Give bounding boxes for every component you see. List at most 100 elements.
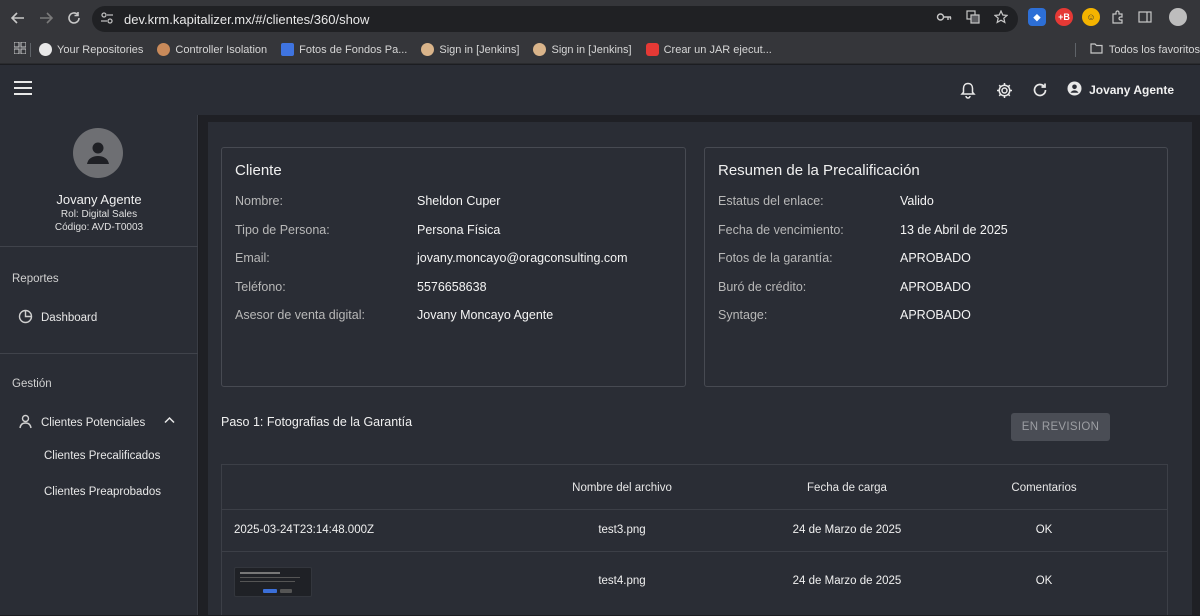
field-label: Tipo de Persona: [235, 223, 330, 237]
all-bookmarks-link[interactable]: Todos los favoritos [1109, 44, 1200, 56]
kebab-menu-icon[interactable]: ⋮ [1196, 8, 1200, 26]
hamburger-menu-icon[interactable] [14, 81, 32, 95]
folder-icon [1090, 43, 1103, 57]
star-icon[interactable] [993, 9, 1009, 27]
field-value-asesor: Jovany Moncayo Agente [417, 308, 554, 322]
sidebar-item-label: Dashboard [41, 312, 98, 324]
bookmark-item[interactable]: Your Repositories [39, 43, 143, 56]
status-button-en-revision[interactable]: EN REVISION [1011, 413, 1110, 441]
chevron-up-icon[interactable] [164, 415, 175, 427]
field-value-vencimiento: 13 de Abril de 2025 [900, 223, 1008, 237]
translate-icon[interactable] [966, 10, 980, 27]
jenkins-icon [533, 43, 547, 56]
sidebar-item-clientes-potenciales[interactable]: Clientes Potenciales [18, 414, 178, 432]
settings-gear-icon[interactable] [995, 81, 1013, 99]
table-row[interactable]: 2025-03-24T23:14:48.000Z test3.png 24 de… [222, 509, 1167, 551]
image-thumbnail[interactable] [234, 567, 312, 597]
jenkins-icon [157, 43, 171, 56]
resumen-card-title: Resumen de la Precalificación [718, 162, 920, 179]
column-header-nombre[interactable]: Nombre del archivo [542, 482, 702, 494]
sidebar-divider [0, 246, 198, 247]
column-header-comentarios[interactable]: Comentarios [994, 482, 1094, 494]
field-value-telefono: 5576658638 [417, 280, 487, 294]
row-comment: OK [1035, 524, 1053, 536]
person-icon [87, 142, 109, 164]
pie-chart-icon [18, 309, 33, 327]
key-icon[interactable] [936, 10, 952, 27]
notifications-bell-icon[interactable] [959, 81, 977, 99]
row-comment: OK [1035, 575, 1053, 587]
bookmark-item[interactable]: Controller Isolation [157, 43, 267, 56]
field-label: Fotos de la garantía: [718, 251, 833, 265]
apps-grid-icon[interactable] [13, 41, 27, 57]
row-file-name: test4.png [598, 575, 646, 587]
cliente-card-title: Cliente [235, 162, 282, 179]
files-table: Nombre del archivo Fecha de carga Coment… [221, 464, 1168, 615]
field-label: Asesor de venta digital: [235, 308, 365, 322]
field-value-tipo-persona: Persona Física [417, 223, 501, 237]
bookmark-item[interactable]: Fotos de Fondos Pa... [281, 43, 407, 56]
row-preview-text: 2025-03-24T23:14:48.000Z [234, 524, 375, 536]
row-upload-date: 24 de Marzo de 2025 [792, 575, 902, 587]
field-label: Email: [235, 251, 270, 265]
user-menu[interactable]: Jovany Agente [1067, 81, 1174, 99]
sidebar-subitem-preaprobados[interactable]: Clientes Preaprobados [44, 486, 161, 498]
youtube-icon [645, 43, 659, 56]
field-value-buro: APROBADO [900, 280, 971, 294]
field-label: Fecha de vencimiento: [718, 223, 844, 237]
profile-role: Rol: Digital Sales [60, 209, 138, 220]
extensions-puzzle-icon[interactable] [1109, 8, 1127, 26]
sidebar-subitem-precalificados[interactable]: Clientes Precalificados [44, 450, 160, 462]
sidebar-item-dashboard[interactable]: Dashboard [18, 309, 97, 327]
sidebar: Jovany Agente Rol: Digital Sales Código:… [0, 115, 198, 615]
bookmark-item[interactable]: Crear un JAR ejecut... [645, 43, 772, 56]
field-value-estatus: Valido [900, 194, 934, 208]
account-circle-icon [1067, 81, 1082, 99]
forms-icon [281, 43, 295, 56]
profile-code: Código: AVD-T0003 [54, 222, 144, 233]
user-name: Jovany Agente [1089, 83, 1174, 97]
step-title: Paso 1: Fotografias de la Garantía [221, 415, 413, 429]
section-title-gestion: Gestión [12, 378, 52, 390]
section-title-reportes: Reportes [12, 273, 59, 285]
github-icon [39, 43, 52, 56]
field-value-email: jovany.moncayo@oragconsulting.com [417, 251, 628, 265]
field-value-nombre: Sheldon Cuper [417, 194, 501, 208]
forward-icon[interactable] [31, 3, 61, 33]
bookmark-item[interactable]: Sign in [Jenkins] [421, 43, 519, 56]
sidebar-item-label: Clientes Potenciales [41, 417, 146, 429]
extension-2-icon[interactable]: +B [1055, 8, 1073, 26]
bookmarks-bar: Your Repositories Controller Isolation F… [0, 36, 1200, 64]
field-label: Estatus del enlace: [718, 194, 824, 208]
field-label: Buró de crédito: [718, 280, 807, 294]
field-label: Syntage: [718, 308, 768, 322]
field-label: Nombre: [235, 194, 283, 208]
main-content: Cliente Nombre: Sheldon Cuper Tipo de Pe… [199, 115, 1200, 615]
cliente-card: Cliente Nombre: Sheldon Cuper Tipo de Pe… [221, 147, 686, 387]
reload-icon[interactable] [59, 3, 89, 33]
extension-3-icon[interactable]: ☺ [1082, 8, 1100, 26]
table-row[interactable]: test4.png 24 de Marzo de 2025 OK [222, 551, 1167, 616]
profile-avatar-icon[interactable] [1169, 8, 1187, 26]
row-upload-date: 24 de Marzo de 2025 [792, 524, 902, 536]
field-value-fotos: APROBADO [900, 251, 971, 265]
browser-toolbar: dev.krm.kapitalizer.mx/#/clientes/360/sh… [0, 0, 1200, 36]
content-panel: Cliente Nombre: Sheldon Cuper Tipo de Pe… [208, 122, 1192, 615]
sidebar-divider [0, 353, 198, 354]
row-file-name: test3.png [598, 524, 646, 536]
jenkins-icon [421, 43, 435, 56]
resumen-card: Resumen de la Precalificación Estatus de… [704, 147, 1168, 387]
bookmark-item[interactable]: Sign in [Jenkins] [533, 43, 632, 56]
app-header: Jovany Agente [0, 65, 1200, 115]
site-info-icon[interactable] [100, 11, 122, 27]
field-label: Teléfono: [235, 280, 286, 294]
back-icon[interactable] [3, 3, 33, 33]
sidebar-panel-icon[interactable] [1136, 8, 1154, 26]
column-header-fecha[interactable]: Fecha de carga [767, 482, 927, 494]
field-value-syntage: APROBADO [900, 308, 971, 322]
extension-1-icon[interactable]: ◆ [1028, 8, 1046, 26]
address-bar[interactable]: dev.krm.kapitalizer.mx/#/clientes/360/sh… [92, 6, 1018, 32]
refresh-icon[interactable] [1031, 81, 1049, 99]
url-text[interactable]: dev.krm.kapitalizer.mx/#/clientes/360/sh… [124, 12, 369, 27]
avatar [73, 128, 123, 178]
